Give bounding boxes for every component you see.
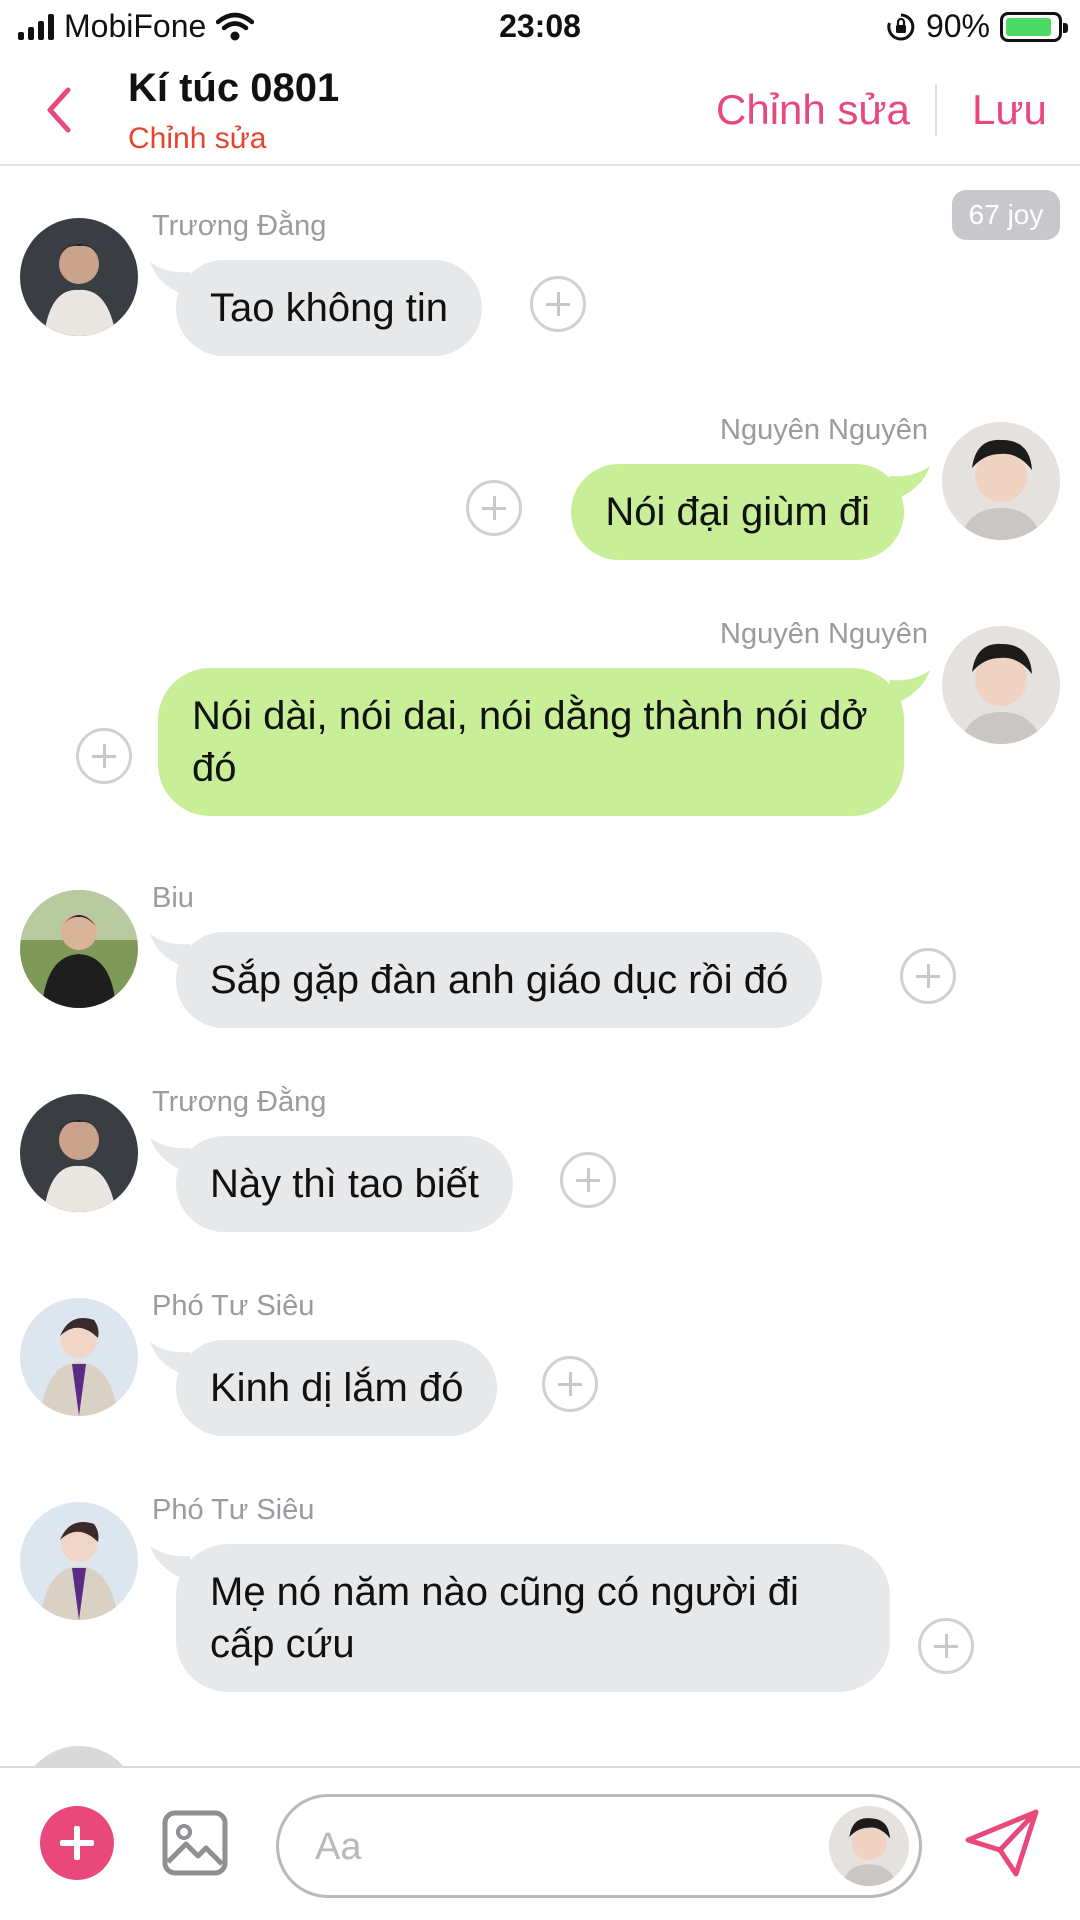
avatar[interactable] (20, 1298, 138, 1416)
message-row: Nguyên Nguyên Nói dài, nói dai, nói dằng… (0, 618, 1080, 818)
message-row: Phó Tư Siêu Mẹ nó năm nào cũng có người … (0, 1494, 1080, 1694)
chat-title: Kí túc 0801 (128, 66, 340, 110)
message-bubble[interactable]: Nói dài, nói dai, nói dằng thành nói dở … (158, 668, 904, 816)
add-reaction-icon[interactable] (530, 276, 586, 332)
message-row: Trương Đằng Này thì tao biết (0, 1086, 1080, 1232)
avatar[interactable] (942, 422, 1060, 540)
sender-name: Phó Tư Siêu (152, 1494, 315, 1526)
add-reaction-icon[interactable] (76, 728, 132, 784)
back-chevron-icon[interactable] (36, 80, 84, 140)
save-button[interactable]: Lưu (972, 86, 1047, 134)
status-right: 90% (886, 8, 1068, 45)
sender-name: Trương Đằng (152, 210, 327, 242)
battery-percent: 90% (925, 8, 990, 44)
message-row: Nguyên Nguyên Nói đại giùm đi (0, 414, 1080, 560)
battery-icon (1000, 11, 1068, 42)
avatar[interactable] (20, 218, 138, 336)
message-bubble[interactable]: Nói đại giùm đi (571, 464, 904, 560)
plus-icon[interactable] (40, 1806, 114, 1880)
avatar[interactable] (20, 890, 138, 1008)
orientation-lock-icon (887, 13, 915, 40)
add-reaction-icon[interactable] (560, 1152, 616, 1208)
sender-name: Trương Đằng (152, 1086, 327, 1118)
header-divider (935, 84, 937, 136)
status-bar: MobiFone 23:08 90% (0, 0, 1080, 56)
sender-name: Biu (152, 882, 194, 914)
message-row: Biu Sắp gặp đàn anh giáo dục rồi đó (0, 882, 1080, 1028)
message-list[interactable]: 67 joy Trương Đằng Tao không tin Nguyên … (0, 168, 1080, 1766)
message-bubble[interactable]: Tao không tin (176, 260, 482, 356)
sender-name: Nguyên Nguyên (720, 618, 928, 650)
image-icon[interactable] (162, 1810, 228, 1876)
avatar[interactable] (942, 626, 1060, 744)
message-bubble[interactable]: Này thì tao biết (176, 1136, 514, 1232)
message-row: Trương Đằng Tao không tin (0, 210, 1080, 356)
composer-bar (0, 1766, 1080, 1920)
chat-header: Kí túc 0801 Chỉnh sửa Chỉnh sửa Lưu (0, 56, 1080, 166)
message-bubble[interactable]: Mẹ nó năm nào cũng có người đi cấp cứu (176, 1544, 890, 1692)
avatar-switch[interactable] (829, 1806, 909, 1886)
add-reaction-icon[interactable] (466, 480, 522, 536)
avatar[interactable] (20, 1502, 138, 1620)
chat-subtitle[interactable]: Chỉnh sửa (128, 122, 267, 156)
edit-button[interactable]: Chỉnh sửa (716, 86, 910, 134)
sender-name: Nguyên Nguyên (720, 414, 928, 446)
message-bubble[interactable]: Kinh dị lắm đó (176, 1340, 498, 1436)
send-icon[interactable] (964, 1808, 1040, 1878)
add-reaction-icon[interactable] (900, 948, 956, 1004)
message-input[interactable] (315, 1821, 795, 1873)
message-row: Phó Tư Siêu Kinh dị lắm đó (0, 1290, 1080, 1436)
avatar[interactable] (20, 1746, 138, 1766)
add-reaction-icon[interactable] (542, 1356, 598, 1412)
message-bubble[interactable]: Sắp gặp đàn anh giáo dục rồi đó (176, 932, 823, 1028)
message-input-wrapper[interactable] (276, 1794, 922, 1898)
avatar[interactable] (20, 1094, 138, 1212)
add-reaction-icon[interactable] (918, 1618, 974, 1674)
sender-name: Phó Tư Siêu (152, 1290, 315, 1322)
